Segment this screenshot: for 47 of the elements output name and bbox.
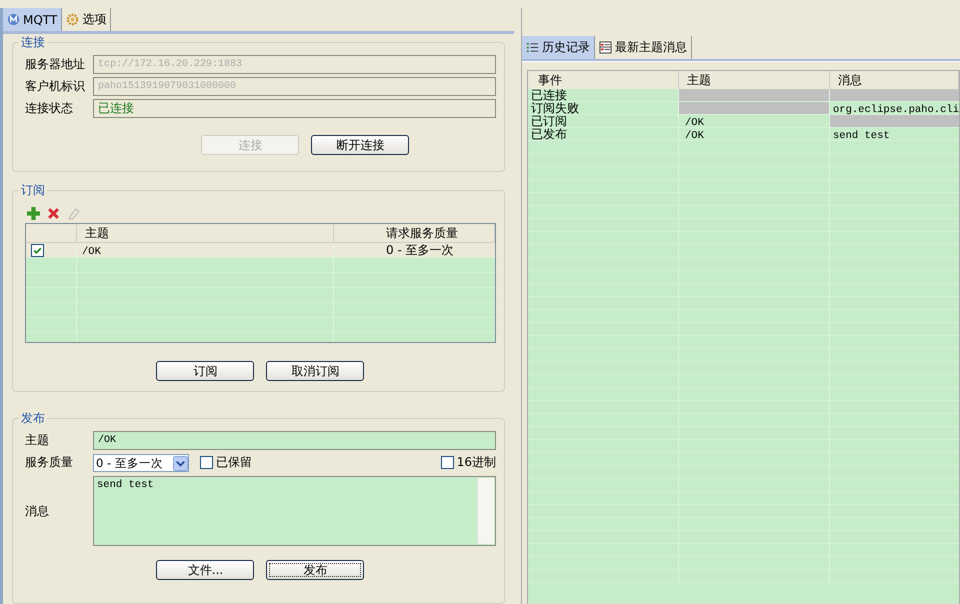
table-cell: 已发布 — [530, 127, 567, 141]
group-title: 连接 — [20, 34, 46, 51]
checkbox[interactable] — [200, 456, 213, 468]
checkbox-label: 16进制 — [456, 454, 496, 470]
button[interactable]: 发布 — [266, 560, 364, 580]
scrollbar[interactable] — [476, 478, 494, 544]
circle-icon — [7, 13, 20, 26]
field-label: 连接状态 — [25, 100, 74, 116]
button[interactable]: 断开连接 — [311, 135, 410, 155]
qos-dropdown[interactable]: 0 - 至多一次 — [93, 454, 189, 472]
field-label: 消息 — [25, 502, 50, 520]
tab[interactable]: 最新主题消息 — [594, 36, 692, 59]
gear-icon — [66, 13, 80, 26]
tab[interactable]: 历史记录 — [522, 36, 595, 59]
add-icon[interactable] — [27, 207, 40, 220]
table-cell: /OK — [684, 130, 704, 142]
table-cell: 已连接 — [530, 88, 567, 102]
button[interactable]: 取消订阅 — [266, 361, 364, 381]
table-cell: /OK — [684, 117, 704, 129]
field-label: 主题 — [25, 432, 50, 448]
list-icon — [526, 41, 539, 54]
field-label: 客户机标识 — [25, 78, 86, 94]
message-field[interactable]: send test — [93, 476, 496, 546]
checkbox-label: 已保留 — [216, 454, 252, 470]
table-cell: 订阅失败 — [530, 101, 579, 115]
table-cell: 0 - 至多一次 — [386, 243, 454, 257]
button[interactable]: 订阅 — [156, 361, 254, 381]
table-cell: org.eclipse.paho.cli — [832, 104, 959, 116]
text-field[interactable]: 已连接 — [93, 98, 496, 118]
field-label: 服务质量 — [25, 454, 74, 470]
column-header[interactable]: 请求服务质量 — [334, 224, 495, 242]
tab[interactable]: 选项 — [62, 8, 112, 31]
delete-icon[interactable] — [47, 207, 60, 220]
table-cell: /OK — [82, 246, 101, 258]
checkbox[interactable] — [440, 456, 454, 468]
table-cell: send test — [832, 130, 890, 142]
table-cell: 已订阅 — [530, 114, 567, 128]
field-label: 服务器地址 — [25, 56, 86, 72]
group-title: 发布 — [20, 410, 46, 427]
column-header[interactable]: 事件 — [528, 71, 679, 89]
checkbox[interactable] — [31, 244, 44, 256]
topic-field[interactable]: /OK — [93, 430, 496, 450]
column-header[interactable]: 主题 — [77, 224, 334, 242]
tab[interactable]: MQTT — [3, 8, 62, 31]
group-title: 订阅 — [20, 182, 46, 199]
table-icon — [598, 41, 612, 54]
button[interactable]: 文件... — [156, 560, 254, 580]
